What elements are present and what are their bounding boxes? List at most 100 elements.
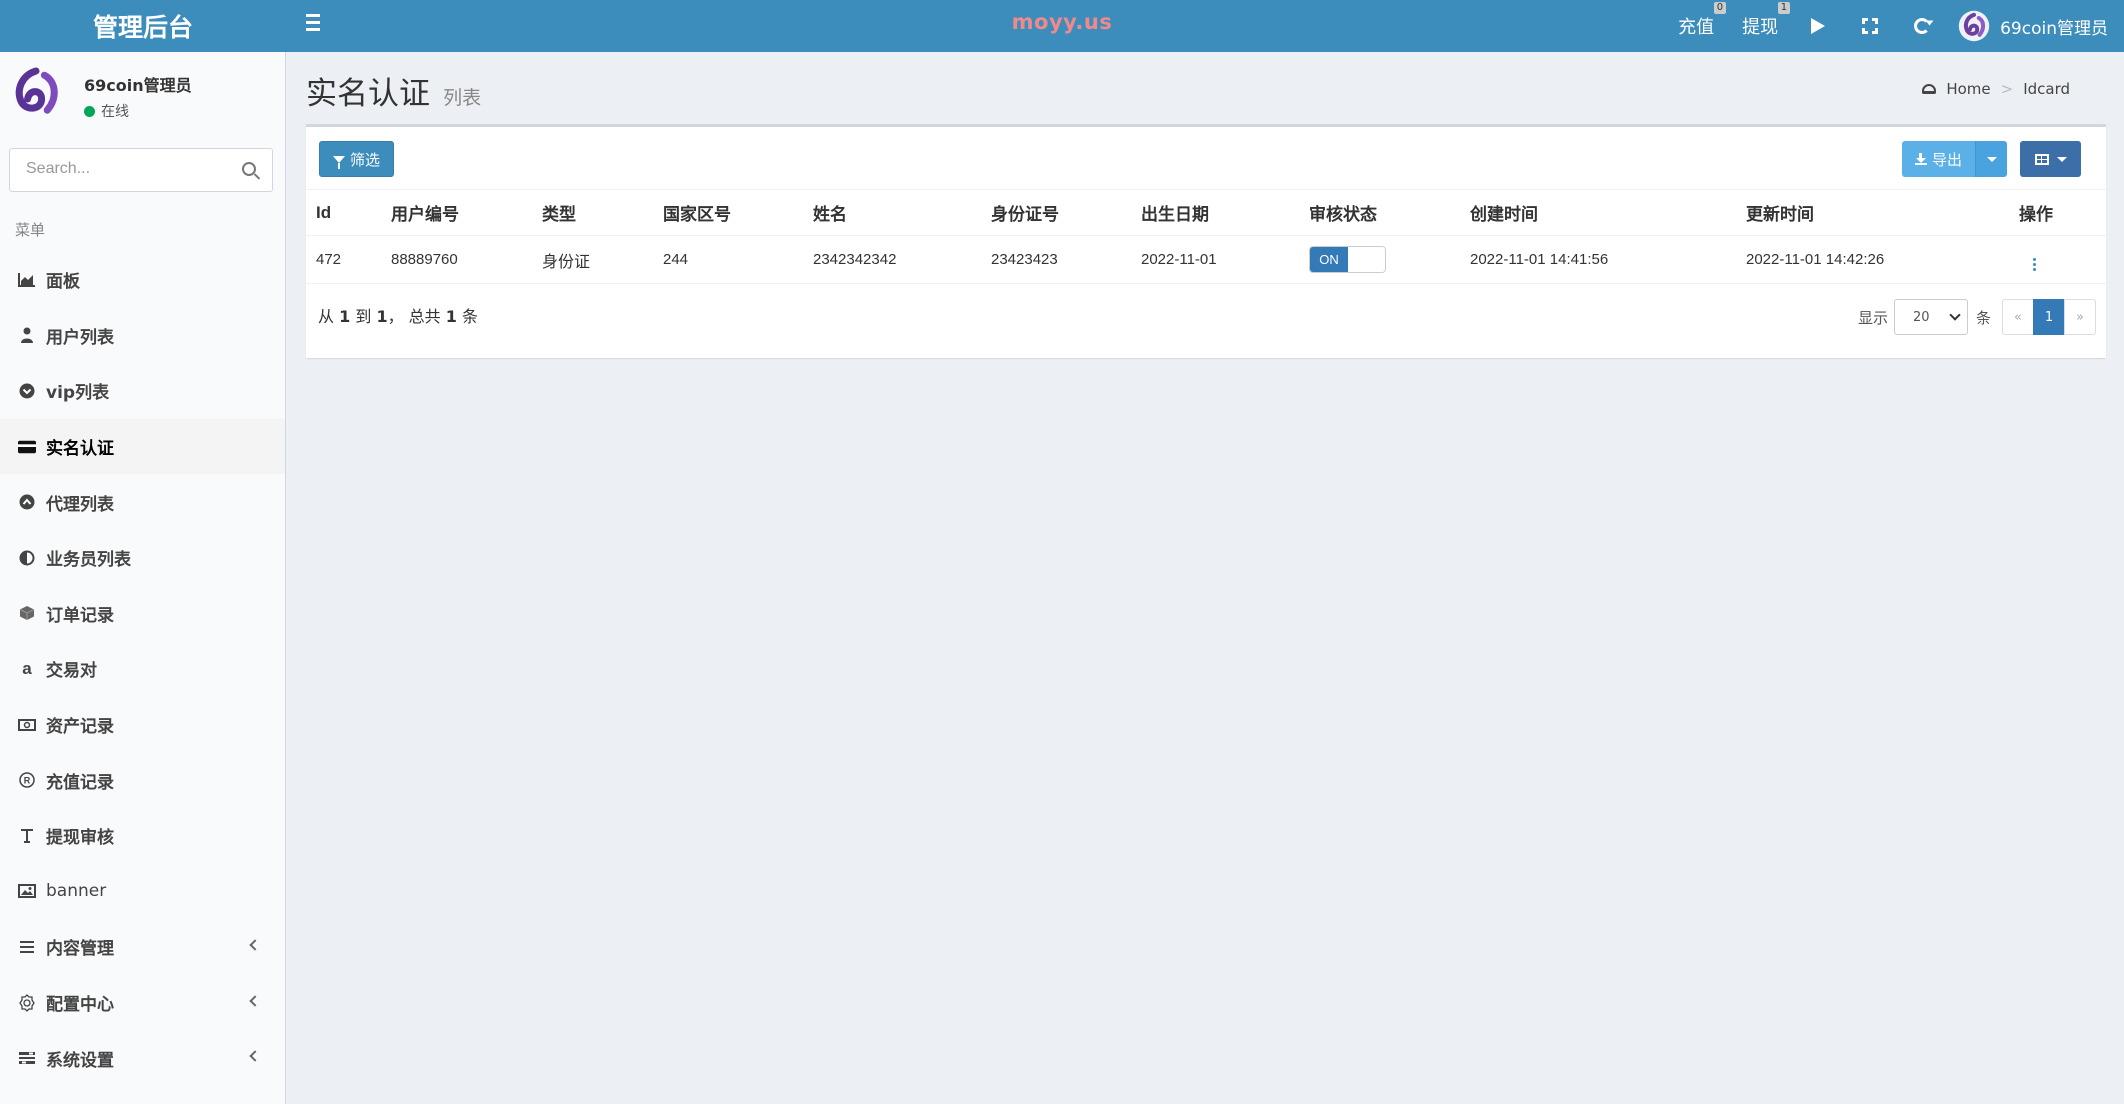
toggle-on-label: ON	[1310, 247, 1348, 272]
recharge-badge: 0	[1713, 2, 1727, 14]
navbar-right: 充值 0 提现 1 69coin管理员	[1664, 0, 2124, 52]
more-actions-icon[interactable]	[2033, 258, 2036, 271]
sidebar-item-label: 充值记录	[46, 772, 114, 793]
cell-user-no: 88889760	[381, 235, 532, 284]
page-size-label: 显示	[1857, 308, 1888, 327]
cell-type: 身份证	[532, 235, 653, 284]
filter-icon	[332, 155, 345, 169]
column-header[interactable]: 审核状态	[1299, 189, 1460, 236]
user-menu[interactable]: 69coin管理员	[1948, 0, 2124, 52]
registered-icon: R	[18, 771, 36, 789]
sidebar-item-dashboard[interactable]: 面板	[0, 252, 285, 308]
column-header[interactable]: 姓名	[803, 189, 981, 236]
page-title: 实名认证	[306, 76, 430, 112]
sidebar-item-system-settings[interactable]: 系统设置	[0, 1030, 285, 1086]
export-button[interactable]: 导出	[1902, 141, 1975, 177]
sidebar-item-label: 交易对	[46, 661, 97, 682]
sidebar-item-content-management[interactable]: 内容管理	[0, 919, 285, 975]
summary-from: 1	[339, 307, 351, 326]
column-header: 操作	[2009, 189, 2106, 236]
menu-header: 菜单	[15, 221, 46, 239]
sidebar-item-label: 内容管理	[46, 939, 114, 960]
credit-card-icon	[18, 438, 36, 456]
export-dropdown-toggle[interactable]	[1975, 141, 2007, 177]
summary-to: 1	[376, 307, 388, 326]
column-header[interactable]: 类型	[532, 189, 653, 236]
cell-updated-at: 2022-11-01 14:42:26	[1736, 235, 2009, 284]
status-text: 在线	[101, 104, 129, 120]
cell-actions	[2009, 235, 2106, 284]
column-header[interactable]: 创建时间	[1460, 189, 1736, 236]
next-page-button[interactable]: »	[2064, 299, 2096, 335]
breadcrumb-separator: >	[2000, 80, 2014, 98]
sidebar-item-idcard[interactable]: 实名认证	[0, 418, 285, 475]
user-panel: 69coin管理员 在线	[8, 62, 278, 124]
summary-to-label: 到	[355, 307, 372, 326]
column-header[interactable]: 出生日期	[1131, 189, 1299, 236]
cell-id: 472	[306, 235, 381, 284]
download-icon	[1914, 153, 1927, 165]
sidebar-menu: 面板 用户列表 vip列表 实名认证 代理列表 业务员列表 订单记录 a 交易对…	[0, 252, 285, 1086]
sidebar-item-withdraw-review[interactable]: 提现审核	[0, 808, 285, 864]
column-header[interactable]: 身份证号	[981, 189, 1131, 236]
data-table: Id 用户编号 类型 国家区号 姓名 身份证号 出生日期 审核状态 创建时间 更…	[306, 189, 2106, 284]
navbar-user-name: 69coin管理员	[2000, 18, 2108, 39]
prev-page-button[interactable]: «	[2002, 299, 2034, 335]
toggle-off-area	[1348, 247, 1385, 272]
pagination-summary: 从 1 到 1， 总共 1 条	[318, 303, 478, 327]
withdraw-link[interactable]: 提现 1	[1728, 0, 1792, 52]
svg-text:R: R	[24, 776, 31, 786]
sidebar-item-label: 业务员列表	[46, 550, 131, 571]
table-icon	[2034, 153, 2049, 165]
page-button-current[interactable]: 1	[2033, 299, 2065, 335]
cell-birth-date: 2022-11-01	[1131, 235, 1299, 284]
cell-country-code: 244	[653, 235, 803, 284]
columns-toggle-button[interactable]	[2020, 141, 2081, 177]
column-header[interactable]: Id	[306, 189, 381, 236]
sidebar-item-salesmen[interactable]: 业务员列表	[0, 530, 285, 586]
breadcrumb-home[interactable]: Home	[1946, 80, 1990, 98]
column-header[interactable]: 国家区号	[653, 189, 803, 236]
play-icon[interactable]	[1792, 0, 1844, 52]
sidebar-item-config-center[interactable]: 配置中心	[0, 975, 285, 1031]
sidebar-item-agents[interactable]: 代理列表	[0, 474, 285, 530]
sidebar-item-label: vip列表	[46, 383, 110, 404]
chevron-left-icon	[249, 939, 261, 951]
sidebar-item-vip[interactable]: vip列表	[0, 363, 285, 419]
search-input[interactable]	[10, 149, 220, 189]
sidebar-item-label: 配置中心	[46, 995, 114, 1016]
area-chart-icon	[18, 271, 36, 289]
sidebar-item-label: 实名认证	[46, 439, 114, 460]
sidebar-item-label: 提现审核	[46, 828, 114, 849]
summary-suffix: 条	[462, 307, 479, 326]
search-icon[interactable]	[242, 162, 256, 176]
sidebar-item-label: 资产记录	[46, 717, 114, 738]
text-icon	[18, 827, 36, 845]
gear-outline-icon	[18, 993, 36, 1012]
sidebar-item-trading-pairs[interactable]: a 交易对	[0, 641, 285, 697]
page-size-select[interactable]: 20	[1893, 299, 1968, 335]
adjust-icon	[18, 549, 36, 567]
sidebar-item-banner[interactable]: banner	[0, 864, 285, 920]
dashboard-icon	[1922, 84, 1937, 94]
withdraw-badge: 1	[1777, 2, 1791, 14]
sidebar-item-users[interactable]: 用户列表	[0, 308, 285, 364]
money-icon	[18, 716, 36, 734]
fullscreen-icon[interactable]	[1844, 0, 1896, 52]
table-row: 472 88889760 身份证 244 2342342342 23423423…	[306, 235, 2106, 284]
sidebar-item-label: banner	[46, 881, 107, 902]
sidebar-item-label: 面板	[46, 272, 80, 293]
column-header[interactable]: 更新时间	[1736, 189, 2009, 236]
refresh-icon[interactable]	[1896, 0, 1948, 52]
recharge-link[interactable]: 充值 0	[1664, 0, 1728, 52]
status-toggle[interactable]: ON	[1309, 246, 1386, 273]
sidebar-item-orders[interactable]: 订单记录	[0, 586, 285, 642]
filter-button[interactable]: 筛选	[319, 141, 394, 177]
column-header[interactable]: 用户编号	[381, 189, 532, 236]
export-label: 导出	[1931, 150, 1962, 169]
sidebar-item-recharges[interactable]: R 充值记录	[0, 752, 285, 808]
sidebar-item-assets[interactable]: 资产记录	[0, 697, 285, 753]
chevron-left-icon	[249, 1050, 261, 1062]
sidebar-item-label: 用户列表	[46, 327, 114, 348]
cell-created-at: 2022-11-01 14:41:56	[1460, 235, 1736, 284]
